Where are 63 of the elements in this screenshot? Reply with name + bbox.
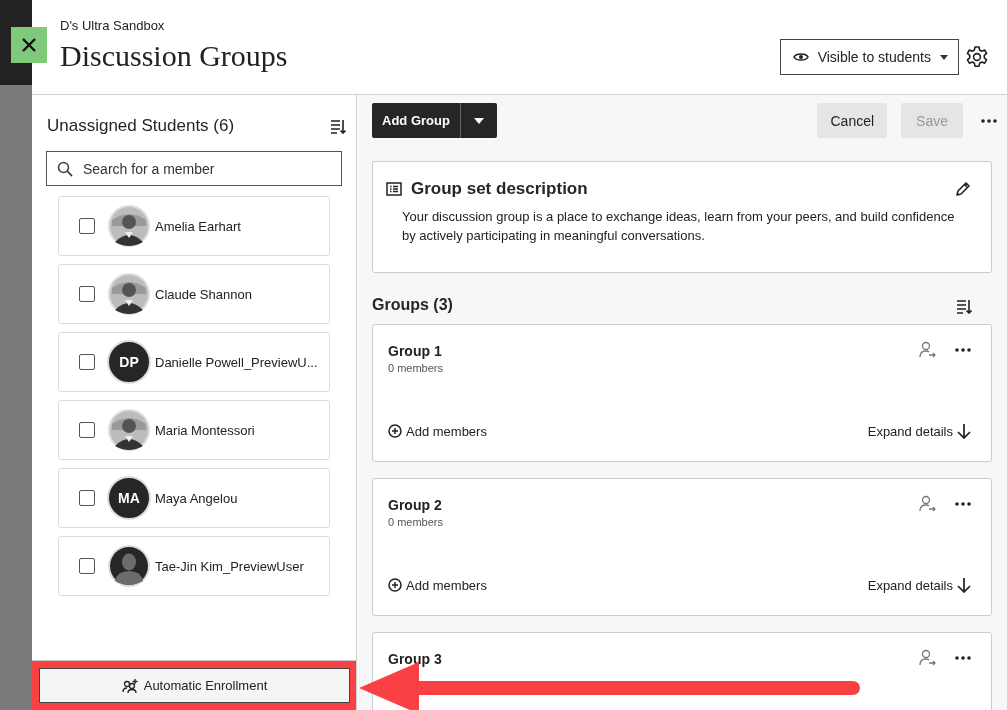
description-title: Group set description xyxy=(411,179,589,199)
more-icon[interactable] xyxy=(955,502,971,506)
search-icon xyxy=(57,161,73,177)
caret-icon xyxy=(473,117,484,124)
student-name: Danielle Powell_PreviewU... xyxy=(155,354,318,370)
student-card[interactable]: Tae-Jin Kim_PreviewUser xyxy=(58,536,330,596)
add-members-button[interactable]: Add members xyxy=(388,577,487,593)
checkbox[interactable] xyxy=(79,354,95,370)
checkbox[interactable] xyxy=(79,558,95,574)
checkbox[interactable] xyxy=(79,490,95,506)
pencil-icon[interactable] xyxy=(955,181,971,197)
student-name: Amelia Earhart xyxy=(155,218,241,234)
more-icon[interactable] xyxy=(955,348,971,352)
student-card[interactable]: Claude Shannon xyxy=(58,264,330,324)
search-field[interactable]: Search for a member xyxy=(46,151,342,186)
close-button[interactable] xyxy=(11,27,47,63)
arrow-down-icon xyxy=(957,577,971,593)
automatic-enrollment-button[interactable]: Automatic Enrollment xyxy=(39,668,350,703)
person-arrow-icon[interactable] xyxy=(919,341,937,359)
section-heading: Groups (3) xyxy=(372,296,453,314)
description-text: Your discussion group is a place to exchange ideas, learn from your peers, and build confidence by actively participating in meaningful conversations. xyxy=(402,208,956,245)
checkbox[interactable] xyxy=(79,422,95,438)
student-name: Tae-Jin Kim_PreviewUser xyxy=(155,558,304,574)
group-name: Group 3 xyxy=(388,651,442,667)
caret-icon xyxy=(940,54,948,60)
avatar-silhouette-icon xyxy=(107,544,151,588)
settings-icon[interactable] xyxy=(965,45,989,69)
visibility-dropdown[interactable]: Visible to students xyxy=(779,39,959,75)
student-card[interactable]: Amelia Earhart xyxy=(58,196,330,256)
student-name: Maria Montessori xyxy=(155,422,255,438)
checkbox[interactable] xyxy=(79,286,95,302)
student-card[interactable]: Maria Montessori xyxy=(58,400,330,460)
expand-details-button[interactable]: Expand details xyxy=(867,423,971,439)
student-name: Maya Angelou xyxy=(155,490,238,506)
expand-details-button[interactable]: Expand details xyxy=(867,577,971,593)
plus-circle-icon xyxy=(388,578,402,592)
more-icon[interactable] xyxy=(955,656,971,660)
student-card[interactable]: MA Maya Angelou xyxy=(58,468,330,528)
group-name: Group 2 xyxy=(388,497,443,513)
list-icon xyxy=(386,182,402,196)
avatar: DP xyxy=(107,340,151,384)
close-icon xyxy=(21,37,37,53)
student-card[interactable]: DP Danielle Powell_PreviewU... xyxy=(58,332,330,392)
member-count: 0 members xyxy=(388,516,444,528)
section-heading: Unassigned Students (6) xyxy=(47,116,235,136)
page-title: Discussion Groups xyxy=(60,39,288,73)
sort-icon[interactable] xyxy=(956,298,972,314)
group-name: Group 1 xyxy=(388,343,443,359)
sort-icon[interactable] xyxy=(330,118,346,134)
student-name: Claude Shannon xyxy=(155,286,252,302)
eye-icon xyxy=(792,51,809,63)
avatar: MA xyxy=(107,476,151,520)
person-arrow-icon[interactable] xyxy=(919,495,937,513)
plus-circle-icon xyxy=(388,424,402,438)
member-count: 0 members xyxy=(388,362,444,374)
add-members-button[interactable]: Add members xyxy=(388,423,487,439)
arrow-down-icon xyxy=(957,423,971,439)
cancel-button[interactable]: Cancel xyxy=(817,103,888,138)
checkbox[interactable] xyxy=(79,218,95,234)
more-icon[interactable] xyxy=(981,118,997,123)
course-name: D's Ultra Sandbox xyxy=(60,18,166,33)
people-add-icon xyxy=(121,677,138,694)
person-arrow-icon[interactable] xyxy=(919,649,937,667)
